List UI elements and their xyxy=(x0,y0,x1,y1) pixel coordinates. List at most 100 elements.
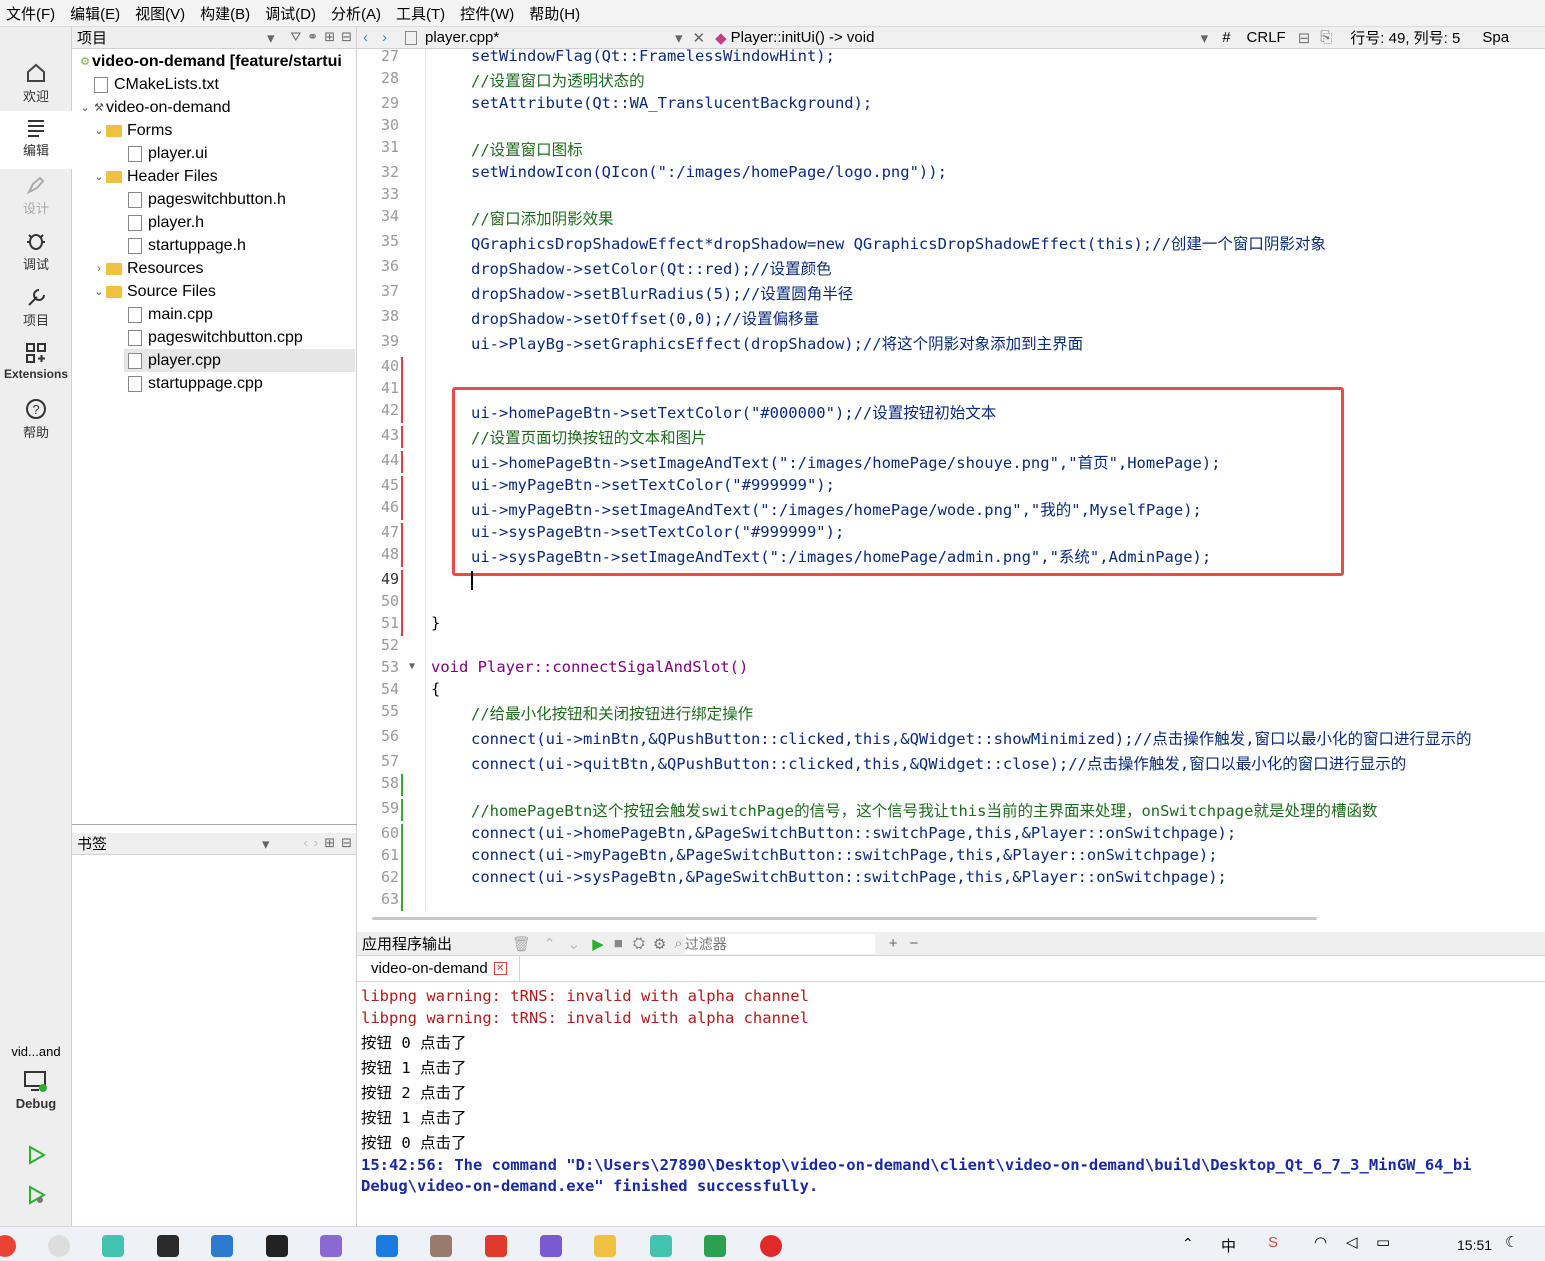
chevron-up-icon[interactable]: ⌃ xyxy=(1182,1235,1194,1252)
app-icon[interactable] xyxy=(430,1235,452,1257)
ime-indicator[interactable]: 中 xyxy=(1221,1235,1236,1256)
settings-icon[interactable]: ⚙ xyxy=(653,935,666,953)
stop-icon[interactable]: ■ xyxy=(614,935,623,952)
code-line[interactable]: 60 connect(ui->homePageBtn,&PageSwitchBut… xyxy=(357,824,1545,846)
run-button[interactable] xyxy=(0,1139,72,1179)
h-app-icon[interactable] xyxy=(266,1235,288,1257)
tree-root-project[interactable]: ⚙ video-on-demand [feature/startui xyxy=(78,50,342,73)
encoding-icon[interactable]: ⎘ xyxy=(1320,29,1332,46)
horizontal-scrollbar[interactable] xyxy=(372,917,1317,920)
mode-debug[interactable]: 调试 xyxy=(0,225,72,279)
wifi-icon[interactable]: ◠ xyxy=(1314,1233,1327,1251)
code-line[interactable]: 50 xyxy=(357,592,1545,614)
code-line[interactable]: 28 //设置窗口为透明状态的 xyxy=(357,69,1545,91)
netease-music-icon[interactable] xyxy=(760,1235,782,1257)
tree-item-headers[interactable]: ⌄ Header Files xyxy=(92,165,217,188)
line-ending-selector[interactable]: CRLF xyxy=(1247,29,1286,46)
tree-item-header-file[interactable]: player.h xyxy=(128,211,204,234)
kit-selector[interactable]: Debug xyxy=(0,1065,72,1123)
code-line[interactable]: 51} xyxy=(357,614,1545,636)
app-icon[interactable] xyxy=(320,1235,342,1257)
tree-item-source-file[interactable]: pageswitchbutton.cpp xyxy=(128,326,303,349)
mode-help[interactable]: ? 帮助 xyxy=(0,393,72,447)
folder-icon[interactable] xyxy=(594,1235,616,1257)
dropdown-arrow-icon[interactable]: ▾ xyxy=(675,29,683,47)
run-icon[interactable]: ▶ xyxy=(592,935,604,953)
menu-edit[interactable]: 编辑(E) xyxy=(70,3,120,24)
chevron-right-icon[interactable]: › xyxy=(92,263,106,275)
code-line[interactable]: 40 xyxy=(357,357,1545,379)
code-line[interactable]: 62 connect(ui->sysPageBtn,&PageSwitchButt… xyxy=(357,868,1545,890)
code-line[interactable]: 39 ui->PlayBg->setGraphicsEffect(dropShad… xyxy=(357,332,1545,354)
tree-item-target[interactable]: ⌄ ⚒ video-on-demand xyxy=(78,96,230,119)
code-line[interactable]: 61 connect(ui->myPageBtn,&PageSwitchButto… xyxy=(357,846,1545,868)
qt-creator-icon[interactable] xyxy=(704,1235,726,1257)
filter-icon[interactable]: ⛛ xyxy=(290,29,301,45)
split-icon[interactable]: ⊞ xyxy=(324,835,335,851)
close-tab-icon[interactable]: ✕ xyxy=(493,962,507,975)
app-icon[interactable] xyxy=(540,1235,562,1257)
menu-debug[interactable]: 调试(D) xyxy=(265,3,316,24)
code-line[interactable]: 35 QGraphicsDropShadowEffect*dropShadow=n… xyxy=(357,232,1545,254)
chevron-down-icon[interactable]: ⌄ xyxy=(92,124,106,137)
add-icon[interactable]: + xyxy=(889,935,898,952)
dropdown-arrow-icon[interactable]: ▾ xyxy=(262,835,270,853)
debug-run-button[interactable] xyxy=(0,1179,72,1219)
chevron-down-icon[interactable]: ⌄ xyxy=(92,285,106,298)
tree-item-source-file[interactable]: main.cpp xyxy=(128,303,213,326)
cursor-position[interactable]: 行号: 49, 列号: 5 xyxy=(1350,27,1460,48)
code-line[interactable]: 56 connect(ui->minBtn,&QPushButton::click… xyxy=(357,727,1545,749)
tree-item-source-file[interactable]: startuppage.cpp xyxy=(128,372,263,395)
dropdown-arrow-icon[interactable]: ▾ xyxy=(1201,29,1209,47)
menu-analyze[interactable]: 分析(A) xyxy=(331,3,381,24)
code-line[interactable]: 38 dropShadow->setOffset(0,0);//设置偏移量 xyxy=(357,307,1545,329)
menu-build[interactable]: 构建(B) xyxy=(200,3,250,24)
code-line[interactable]: 55 //给最小化按钮和关闭按钮进行绑定操作 xyxy=(357,702,1545,724)
code-line[interactable]: 27 setWindowFlag(Qt::FramelessWindowHint)… xyxy=(357,49,1545,69)
close-pane-icon[interactable]: ⊟ xyxy=(341,29,352,45)
fold-arrow-icon[interactable]: ▼ xyxy=(409,661,415,672)
chevron-down-icon[interactable]: ⌄ xyxy=(78,101,92,114)
menu-view[interactable]: 视图(V) xyxy=(135,3,185,24)
code-line[interactable]: 52 xyxy=(357,636,1545,658)
clear-icon[interactable]: 🗑 xyxy=(512,935,531,953)
dropdown-arrow-icon[interactable]: ▾ xyxy=(267,29,275,47)
mode-projects[interactable]: 项目 xyxy=(0,281,72,335)
code-line[interactable]: 58 xyxy=(357,774,1545,796)
app-icon[interactable] xyxy=(102,1235,124,1257)
code-line[interactable]: 57 connect(ui->quitBtn,&QPushButton::clic… xyxy=(357,752,1545,774)
menu-tools[interactable]: 工具(T) xyxy=(396,3,445,24)
mode-extensions[interactable]: Extensions xyxy=(0,337,72,391)
code-line[interactable]: 34 //窗口添加阴影效果 xyxy=(357,207,1545,229)
code-line[interactable]: 31 //设置窗口图标 xyxy=(357,138,1545,160)
minus-icon[interactable]: − xyxy=(909,935,918,952)
menu-widgets[interactable]: 控件(W) xyxy=(460,3,514,24)
vscode-icon[interactable] xyxy=(211,1235,233,1257)
tree-item-forms[interactable]: ⌄ Forms xyxy=(92,119,172,142)
hash-label[interactable]: # xyxy=(1222,29,1230,46)
up-icon[interactable]: ⌃ xyxy=(543,935,556,953)
feishu-icon[interactable] xyxy=(376,1235,398,1257)
chevron-down-icon[interactable]: ⌄ xyxy=(92,170,106,183)
close-pane-icon[interactable]: ⊟ xyxy=(341,835,352,851)
code-line[interactable]: 29 setAttribute(Qt::WA_TranslucentBackgro… xyxy=(357,94,1545,116)
volume-icon[interactable]: ◁ xyxy=(1346,1233,1358,1251)
forward-icon[interactable]: › xyxy=(382,29,387,46)
tree-item-source-file-selected[interactable]: player.cpp xyxy=(124,349,355,372)
code-line[interactable]: 32 setWindowIcon(QIcon(":/images/homePage… xyxy=(357,163,1545,185)
down-icon[interactable]: ⌄ xyxy=(568,935,581,953)
attach-icon[interactable]: ⛭ xyxy=(633,935,645,952)
back-icon[interactable]: ‹ xyxy=(363,29,368,46)
mode-welcome[interactable]: 欢迎 xyxy=(0,57,72,111)
notification-icon[interactable]: ☾ xyxy=(1505,1233,1518,1251)
code-line[interactable]: 37 dropShadow->setBlurRadius(5);//设置圆角半径 xyxy=(357,282,1545,304)
prev-icon[interactable]: ‹ xyxy=(304,835,308,851)
filter-input[interactable] xyxy=(684,933,875,954)
mode-edit[interactable]: 编辑 xyxy=(0,111,72,169)
code-line[interactable]: 33 xyxy=(357,185,1545,207)
tree-item-cmakelists[interactable]: CMakeLists.txt xyxy=(94,73,219,96)
sogou-icon[interactable]: S xyxy=(1268,1234,1278,1251)
code-line[interactable]: 36 dropShadow->setColor(Qt::red);//设置颜色 xyxy=(357,257,1545,279)
mode-design[interactable]: 设计 xyxy=(0,169,72,223)
next-icon[interactable]: › xyxy=(314,835,318,851)
